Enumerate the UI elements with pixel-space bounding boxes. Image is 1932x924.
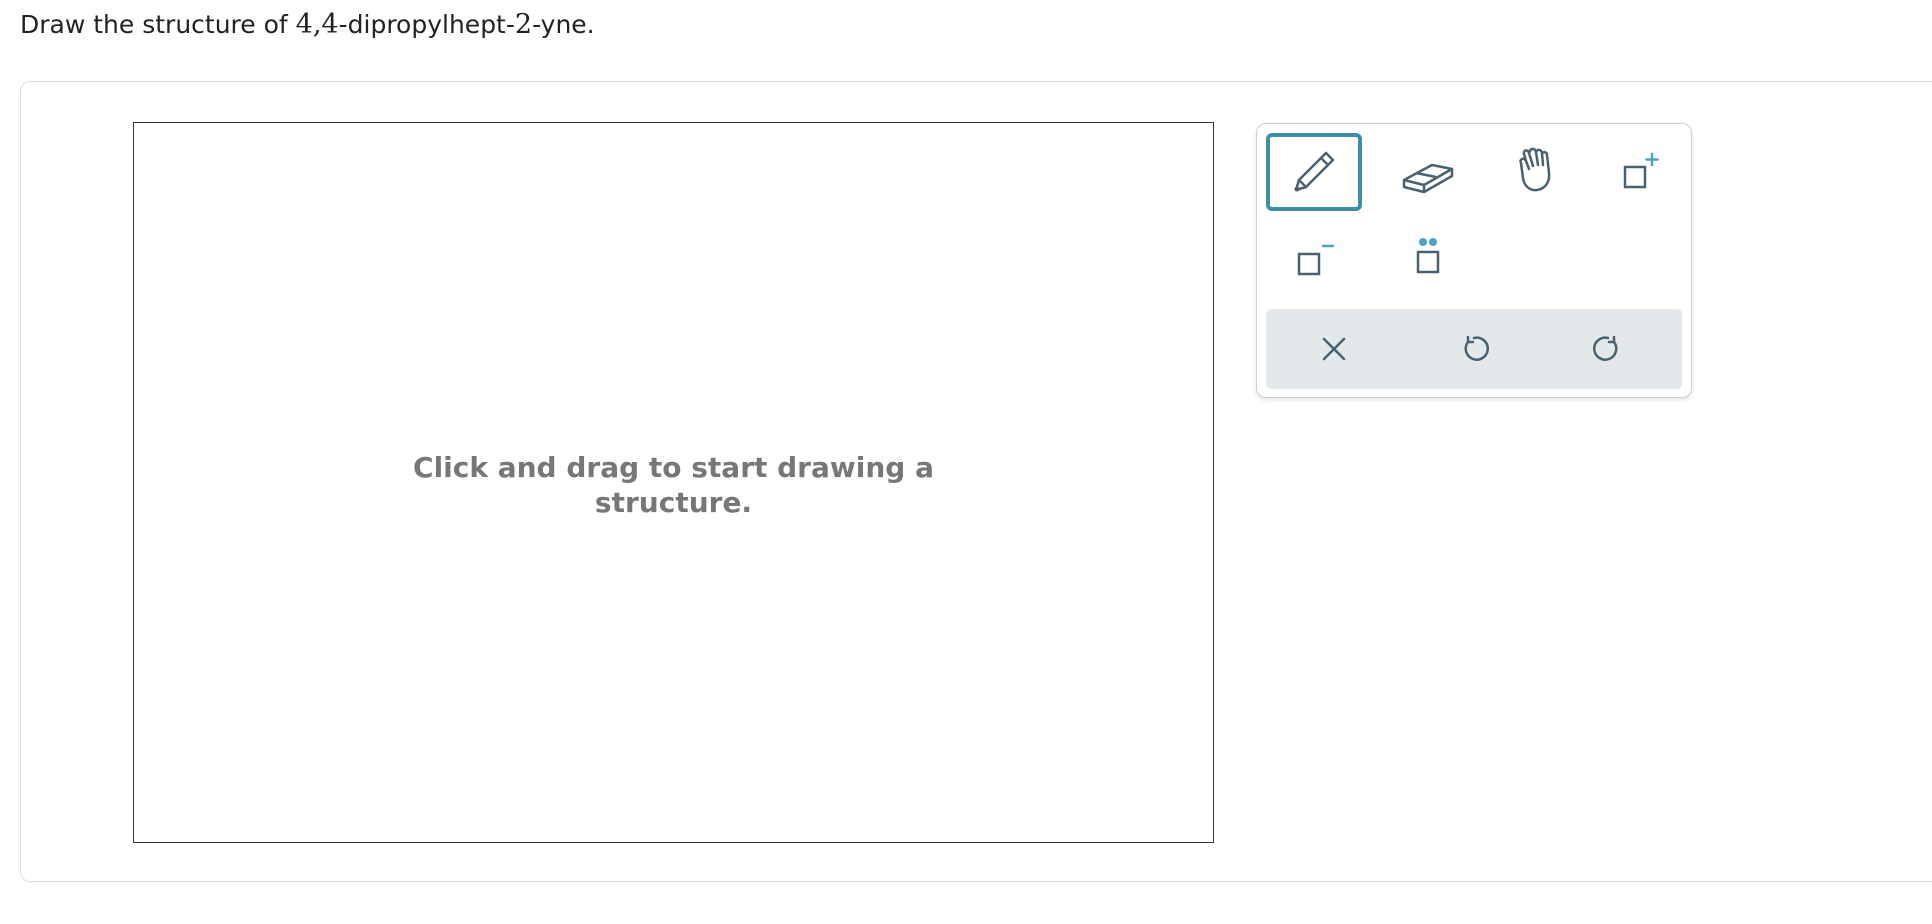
minus-charge-icon	[1297, 244, 1335, 276]
question-name-middle: -dipropylhept-	[338, 10, 515, 39]
undo-icon	[1464, 335, 1489, 361]
lone-pair-button[interactable]	[1380, 220, 1476, 298]
redo-button[interactable]	[1558, 309, 1658, 389]
pencil-tool-button[interactable]	[1266, 133, 1362, 211]
canvas-hint: Click and drag to start drawing a struct…	[134, 450, 1213, 520]
redo-icon	[1593, 335, 1618, 361]
lone-pair-icon	[1416, 238, 1440, 274]
close-icon	[1322, 337, 1346, 361]
question-name-suffix: -yne.	[532, 10, 595, 39]
undo-button[interactable]	[1424, 309, 1524, 389]
canvas-hint-line-2: structure.	[594, 486, 753, 519]
canvas-hint-line-1: Click and drag to start drawing a	[413, 451, 934, 484]
add-negative-charge-button[interactable]	[1266, 220, 1362, 298]
eraser-icon	[1402, 163, 1454, 194]
pencil-icon	[1294, 151, 1335, 192]
question-locant-2: 2	[514, 9, 533, 40]
hand-icon	[1519, 147, 1551, 192]
plus-charge-icon	[1623, 152, 1659, 189]
add-positive-charge-button[interactable]	[1591, 133, 1687, 211]
action-bar	[1266, 309, 1682, 389]
question-locant-1: 4,4	[295, 9, 339, 40]
question-prefix: Draw the structure of	[20, 10, 296, 39]
move-tool-button[interactable]	[1489, 133, 1585, 211]
toolbox	[1256, 123, 1692, 398]
eraser-tool-button[interactable]	[1380, 133, 1476, 211]
question-prompt: Draw the structure of 4,4-dipropylhept-2…	[20, 10, 595, 40]
drawing-canvas[interactable]: Click and drag to start drawing a struct…	[133, 122, 1214, 843]
clear-button[interactable]	[1284, 309, 1384, 389]
